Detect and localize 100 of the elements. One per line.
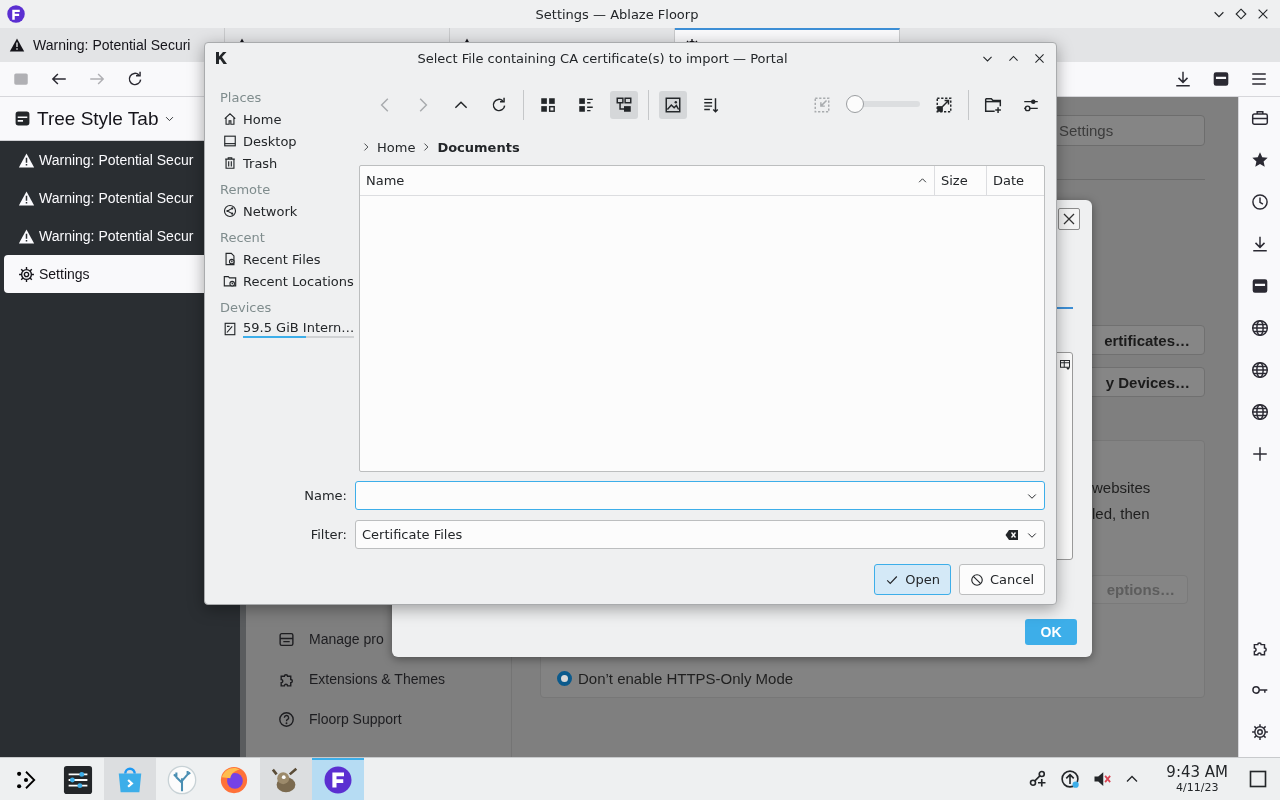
close-icon — [1061, 211, 1077, 227]
warning-icon — [18, 189, 35, 207]
cancel-icon — [969, 572, 984, 587]
drive-icon — [223, 322, 237, 336]
breadcrumb-separator-icon — [361, 142, 371, 152]
globe-icon — [1250, 361, 1269, 379]
tab-title: Warning: Potential Securi — [33, 37, 191, 53]
tab-title: Settings — [39, 266, 90, 282]
column-header[interactable]: Name — [360, 166, 935, 195]
trash-icon — [223, 156, 237, 170]
clock-icon — [1250, 193, 1269, 211]
desktop-icon — [223, 134, 237, 148]
description-text: websites — [1092, 478, 1152, 498]
globe-button[interactable] — [1250, 361, 1269, 379]
drive-label: 59.5 GiB Intern… — [243, 320, 355, 336]
section-heading: Recent — [220, 229, 266, 247]
globe-icon — [1250, 319, 1269, 337]
network-icon — [1028, 769, 1049, 789]
tab-title: Warning: Potential Secur — [39, 190, 194, 206]
field-label: Filter: — [309, 527, 348, 542]
slider-thumb[interactable] — [846, 95, 864, 113]
globe-button[interactable] — [1250, 319, 1269, 337]
preview-button[interactable] — [659, 91, 687, 119]
app-logo-icon — [323, 765, 353, 795]
warning-icon — [18, 227, 35, 245]
menu-button[interactable] — [1250, 70, 1268, 88]
close-icon — [1032, 51, 1046, 65]
place-item[interactable]: 59.5 GiB Intern… — [220, 318, 355, 340]
briefcase-button[interactable] — [1250, 109, 1269, 127]
shrink-icon — [813, 96, 831, 114]
expand-icon — [935, 96, 953, 114]
recent-folder-icon — [223, 274, 237, 288]
radio-label: Don’t enable HTTPS-Only Mode — [578, 670, 794, 687]
clock-date: 4/11/23 — [1175, 781, 1219, 794]
name-field[interactable] — [355, 481, 1045, 510]
tab-list-icon — [12, 70, 30, 88]
kde-logo-icon — [213, 50, 229, 66]
browser-icon — [219, 765, 249, 795]
description-text: led, then — [1092, 504, 1151, 524]
reload-button[interactable] — [126, 70, 144, 88]
app-logo-icon — [6, 4, 26, 24]
sidebar-icon — [1250, 277, 1269, 295]
gimp-button[interactable] — [260, 758, 312, 800]
cancel-button[interactable]: Cancel — [958, 564, 1045, 595]
briefcase-icon — [1250, 109, 1269, 127]
tree-view-button[interactable] — [610, 91, 638, 119]
coral-icon — [167, 765, 197, 795]
sidebar-button[interactable] — [1212, 70, 1230, 88]
update-icon — [1060, 769, 1081, 789]
download-icon — [1250, 235, 1269, 253]
notes-panel-button[interactable] — [1250, 277, 1269, 295]
dialog-close-button[interactable] — [1058, 208, 1080, 230]
filter-dropdown[interactable]: Certificate Files — [355, 520, 1045, 549]
open-button[interactable]: Open — [874, 564, 951, 595]
settings-nav-link[interactable]: Manage pro — [309, 631, 384, 647]
field-label: Name: — [303, 488, 348, 503]
download-button[interactable] — [1174, 70, 1192, 88]
column-picker-icon[interactable] — [1059, 359, 1071, 371]
show-desktop-button[interactable] — [1248, 769, 1268, 789]
star-icon — [1250, 151, 1269, 169]
sidebar-panel-icon — [14, 110, 31, 127]
network-status-button[interactable] — [1028, 769, 1049, 789]
tree-view-icon — [615, 96, 633, 114]
reload-icon — [490, 96, 508, 114]
star-button[interactable] — [1250, 151, 1269, 169]
icon-view-icon — [539, 96, 557, 114]
add-button[interactable] — [1250, 445, 1269, 463]
sliders-icon — [63, 765, 93, 795]
menu-icon — [1250, 70, 1268, 88]
download-icon — [1174, 70, 1192, 88]
new-folder-icon — [984, 96, 1002, 114]
settings-nav-link[interactable]: Floorp Support — [309, 711, 402, 727]
close-icon — [1256, 7, 1270, 21]
settings-nav-link[interactable]: Extensions & Themes — [309, 671, 445, 687]
launcher-icon — [15, 769, 37, 791]
clock-button[interactable] — [1250, 193, 1269, 211]
update-button[interactable] — [1060, 769, 1081, 789]
image-icon — [664, 96, 682, 114]
plus-icon — [1250, 445, 1269, 463]
breadcrumb-item[interactable]: Home — [377, 139, 416, 155]
warning-icon — [9, 37, 25, 53]
recent-file-icon — [223, 252, 237, 266]
tab-title: Warning: Potential Secur — [39, 228, 194, 244]
sidebar-icon — [1212, 70, 1230, 88]
download-button[interactable] — [1250, 235, 1269, 253]
place-item[interactable]: Home — [220, 108, 355, 130]
sort-icon — [702, 96, 720, 114]
section-heading: Devices — [220, 299, 273, 317]
home-icon — [223, 112, 237, 126]
warning-icon — [18, 151, 35, 169]
clock-time: 9:43 AM — [1166, 764, 1228, 781]
column-header[interactable]: Date — [987, 166, 1044, 195]
breadcrumb-item[interactable]: Documents — [437, 139, 520, 155]
place-item[interactable]: Network — [220, 200, 355, 222]
desktop-square-icon — [1248, 769, 1268, 789]
radio-button[interactable] — [557, 671, 572, 686]
zoom-slider[interactable] — [846, 95, 920, 115]
column-header[interactable]: Size — [935, 166, 987, 195]
globe-button[interactable] — [1250, 403, 1269, 421]
floorp-button[interactable] — [312, 758, 364, 800]
